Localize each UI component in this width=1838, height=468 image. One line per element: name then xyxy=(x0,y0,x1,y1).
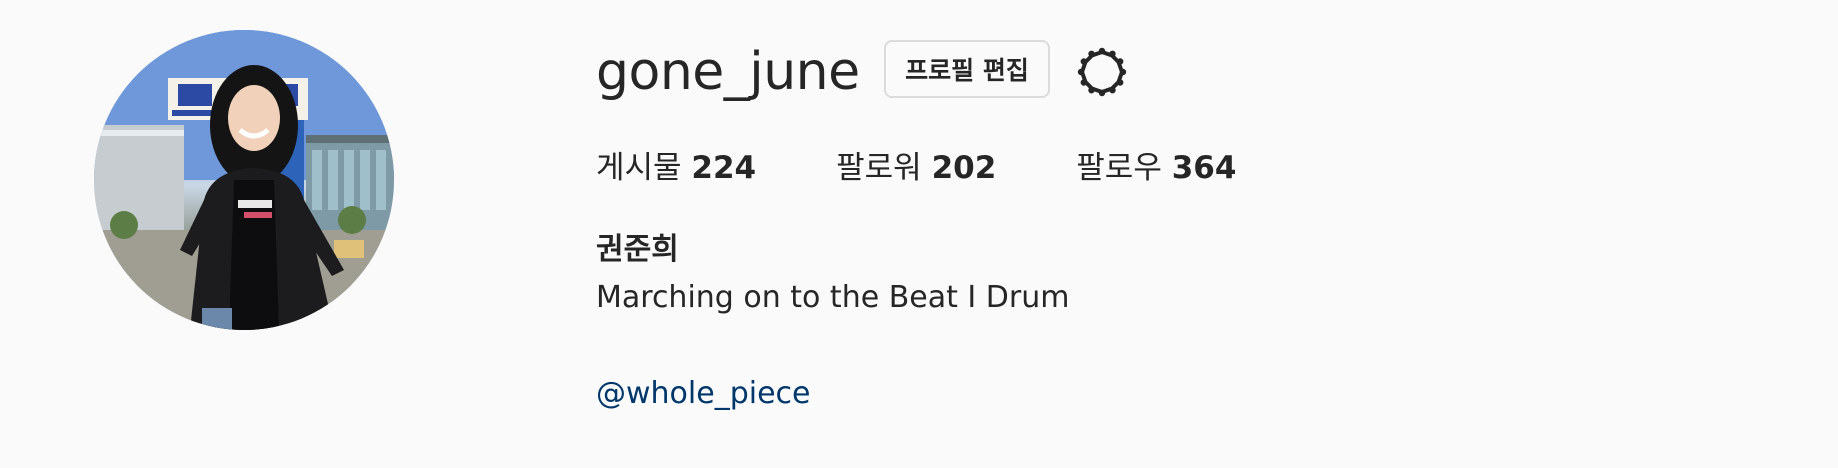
profile-stats: 게시물 224 팔로워 202 팔로우 364 xyxy=(596,146,1316,190)
gear-icon[interactable] xyxy=(1076,46,1128,98)
stat-followers-count: 202 xyxy=(931,150,997,186)
avatar-photo xyxy=(94,30,394,330)
stat-posts-label: 게시물 xyxy=(596,150,682,186)
profile-link[interactable]: @whole_piece xyxy=(596,372,810,416)
profile-avatar[interactable] xyxy=(94,30,394,330)
stat-following-label: 팔로우 xyxy=(1076,150,1162,186)
edit-profile-button[interactable]: 프로필 편집 xyxy=(884,40,1050,98)
stat-posts: 게시물 224 xyxy=(596,146,756,190)
stat-posts-count: 224 xyxy=(691,150,757,186)
stat-followers[interactable]: 팔로워 202 xyxy=(836,146,996,190)
profile-full-name: 권준희 xyxy=(596,232,679,267)
stat-following[interactable]: 팔로우 364 xyxy=(1076,146,1236,190)
stat-followers-label: 팔로워 xyxy=(836,150,922,186)
profile-header: gone_june 프로필 편집 게시물 224 팔로워 202 팔로우 364… xyxy=(0,0,1838,468)
stat-following-count: 364 xyxy=(1171,150,1237,186)
profile-username: gone_june xyxy=(596,42,860,102)
profile-bio: Marching on to the Beat I Drum xyxy=(596,280,1070,315)
